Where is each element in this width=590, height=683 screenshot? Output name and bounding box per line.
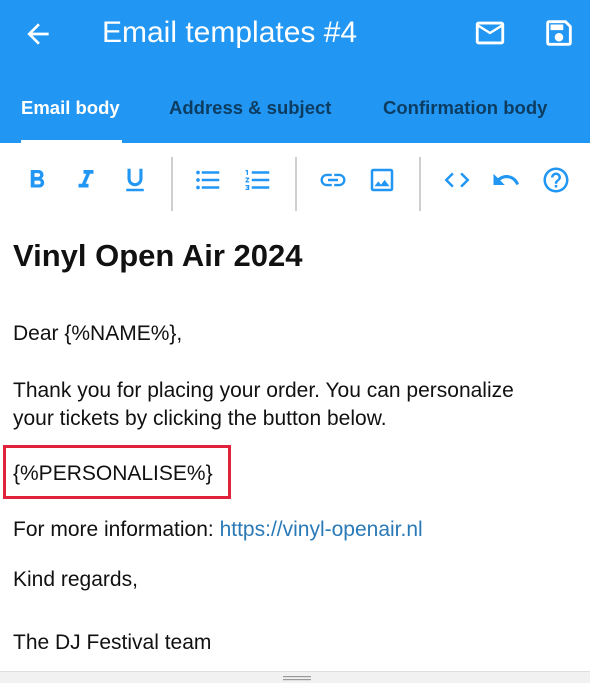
info-line: For more information: https://vinyl-open… [13,516,423,544]
page-title: Email templates #4 [102,16,358,49]
numbered-list-icon[interactable] [243,165,273,195]
italic-icon[interactable] [71,165,101,195]
tab-email-body[interactable]: Email body [21,86,122,143]
tab-confirmation-body[interactable]: Confirmation body [383,86,547,143]
placeholder-highlight-box [3,445,231,499]
formatting-toolbar [0,143,590,223]
signature-text: The DJ Festival team [13,631,212,654]
underline-icon[interactable] [120,165,150,195]
body-text-line-1: Thank you for placing your order. You ca… [13,379,514,402]
email-heading: Vinyl Open Air 2024 [13,238,303,273]
tab-label: Confirmation body [383,97,548,118]
code-icon[interactable] [442,165,472,195]
help-icon[interactable] [541,165,571,195]
image-icon[interactable] [367,165,397,195]
resize-bar[interactable] [0,671,590,683]
website-link[interactable]: https://vinyl-openair.nl [220,518,423,541]
bulleted-list-icon[interactable] [193,165,223,195]
bold-icon[interactable] [22,165,52,195]
app-bar: Email templates #4 Email body Address & … [0,0,590,143]
back-arrow-icon[interactable] [22,18,54,50]
drag-handle-icon[interactable] [283,676,311,681]
tab-bar: Email body Address & subject Confirmatio… [0,86,590,143]
tab-address-subject[interactable]: Address & subject [169,86,331,143]
toolbar-divider [171,157,173,211]
greeting-text: Dear {%NAME%}, [13,322,183,345]
link-icon[interactable] [318,165,348,195]
undo-icon[interactable] [491,165,521,195]
tab-label: Address & subject [169,97,332,118]
info-prefix: For more information: [13,518,220,541]
closing-text: Kind regards, [13,568,138,591]
mail-icon[interactable] [473,16,507,50]
toolbar-divider [419,157,421,211]
toolbar-divider [295,157,297,211]
save-icon[interactable] [542,16,576,50]
tab-label: Email body [21,97,120,118]
body-text-line-2: your tickets by clicking the button belo… [13,407,387,430]
